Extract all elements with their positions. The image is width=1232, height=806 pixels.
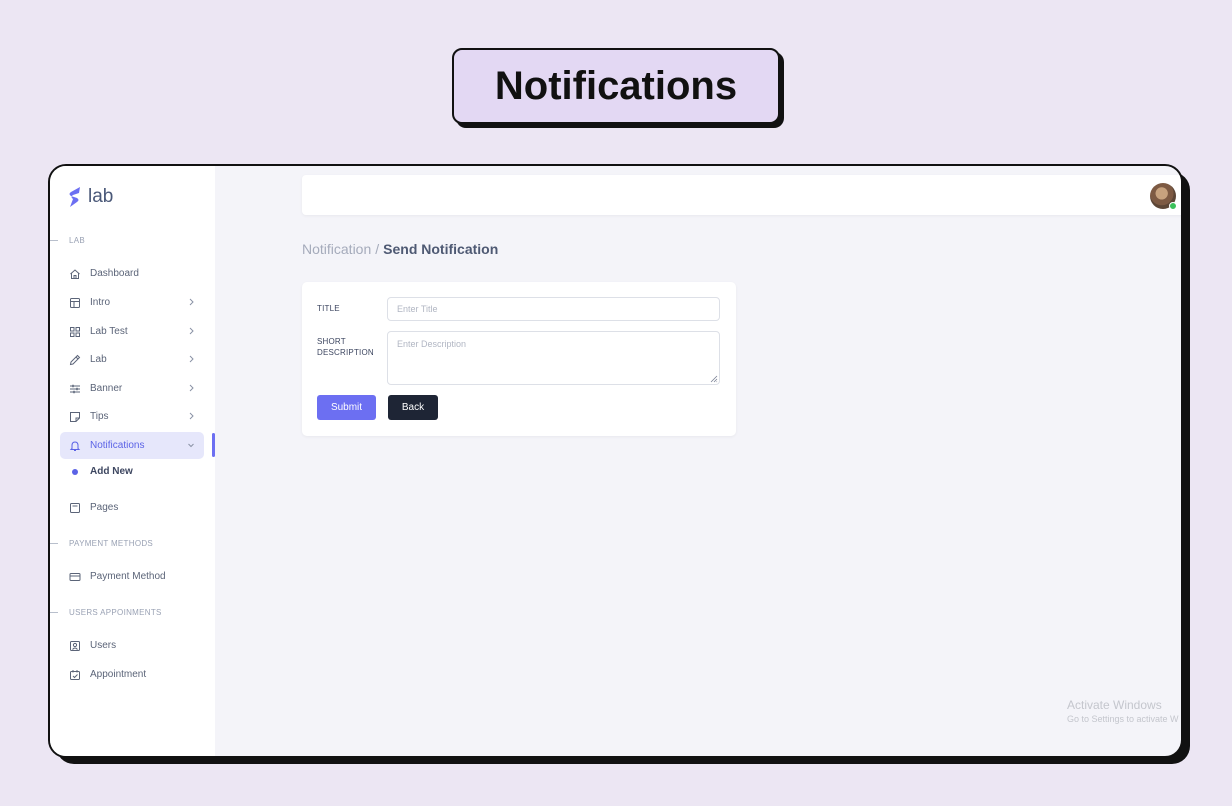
watermark-title: Activate Windows: [1067, 698, 1162, 712]
breadcrumb: Notification / Send Notification: [302, 241, 498, 257]
app-window: lab LAB Dashboard Intro Lab Test Lab Ban…: [48, 164, 1183, 758]
sidebar-item-banner[interactable]: Banner: [60, 375, 204, 402]
sidebar-item-label: Tips: [90, 411, 109, 422]
sidebar-subitem-add-new[interactable]: Add New: [69, 466, 133, 477]
credit-card-icon: [69, 571, 81, 583]
section-label-payment-methods: PAYMENT METHODS: [50, 539, 153, 548]
sticky-note-icon: [69, 411, 81, 423]
bullet-dot: [72, 468, 78, 475]
sidebar-item-label: Notifications: [90, 440, 145, 451]
user-avatar[interactable]: [1150, 183, 1177, 210]
activate-windows-watermark: Activate Windows Go to Settings to activ…: [1067, 698, 1179, 724]
sidebar-item-pages[interactable]: Pages: [60, 494, 204, 521]
sidebar-item-notifications[interactable]: Notifications: [60, 432, 204, 459]
logo-s-icon: [69, 187, 80, 207]
home-icon: [69, 268, 81, 280]
logo-text: lab: [88, 186, 114, 207]
sidebar-item-label: Dashboard: [90, 268, 139, 279]
watermark-subtitle: Go to Settings to activate W: [1067, 714, 1179, 724]
chevron-right-icon: [189, 298, 194, 306]
title-input[interactable]: [387, 297, 720, 321]
breadcrumb-parent[interactable]: Notification: [302, 241, 371, 257]
breadcrumb-current: Send Notification: [383, 241, 499, 257]
sidebar-item-label: Appointment: [90, 669, 147, 680]
submit-button[interactable]: Submit: [317, 395, 376, 420]
resize-grip-icon[interactable]: [709, 374, 718, 383]
sidebar-item-intro[interactable]: Intro: [60, 289, 204, 316]
sidebar-item-payment-method[interactable]: Payment Method: [60, 563, 204, 590]
bell-icon: [69, 440, 81, 452]
sidebar: lab LAB Dashboard Intro Lab Test Lab Ban…: [50, 166, 215, 756]
sidebar-item-lab-test[interactable]: Lab Test: [60, 318, 204, 345]
online-status-dot: [1169, 202, 1177, 210]
sidebar-item-label: Payment Method: [90, 571, 166, 582]
chevron-right-icon: [189, 384, 194, 392]
back-button[interactable]: Back: [388, 395, 438, 420]
sidebar-item-label: Banner: [90, 383, 123, 394]
sidebar-subitem-label: Add New: [90, 466, 133, 477]
sidebar-item-users[interactable]: Users: [60, 632, 204, 659]
short-description-input[interactable]: [387, 331, 720, 385]
send-notification-form: TITLE SHORT DESCRIPTION Submit Back: [302, 282, 736, 436]
page-heading-wrapper: Notifications: [452, 48, 784, 128]
top-bar: [302, 175, 1181, 215]
sliders-icon: [69, 383, 81, 395]
sidebar-item-label: Intro: [90, 297, 111, 308]
section-label-users-appoinments: USERS APPOINMENTS: [50, 608, 162, 617]
chevron-down-icon: [188, 443, 194, 448]
pen-icon: [69, 354, 81, 366]
layout-icon: [69, 297, 81, 309]
sidebar-item-lab[interactable]: Lab: [60, 346, 204, 373]
title-label: TITLE: [317, 304, 340, 313]
short-description-label: SHORT DESCRIPTION: [317, 337, 374, 357]
chevron-right-icon: [189, 355, 194, 363]
chevron-right-icon: [189, 412, 194, 420]
sidebar-item-label: Users: [90, 640, 117, 651]
sidebar-item-label: Lab: [90, 354, 107, 365]
page-icon: [69, 502, 81, 514]
sidebar-item-label: Pages: [90, 502, 119, 513]
sidebar-item-tips[interactable]: Tips: [60, 403, 204, 430]
calendar-check-icon: [69, 669, 81, 681]
sidebar-item-appointment[interactable]: Appointment: [60, 661, 204, 688]
logo[interactable]: lab: [68, 186, 113, 208]
chevron-right-icon: [189, 327, 194, 335]
page-heading: Notifications: [452, 48, 780, 124]
sidebar-item-label: Lab Test: [90, 326, 128, 337]
active-indicator: [212, 433, 215, 457]
grid-icon: [69, 326, 81, 338]
breadcrumb-separator: /: [375, 241, 380, 257]
section-label-lab: LAB: [50, 236, 85, 245]
sidebar-item-dashboard[interactable]: Dashboard: [60, 260, 204, 287]
user-badge-icon: [69, 640, 81, 652]
